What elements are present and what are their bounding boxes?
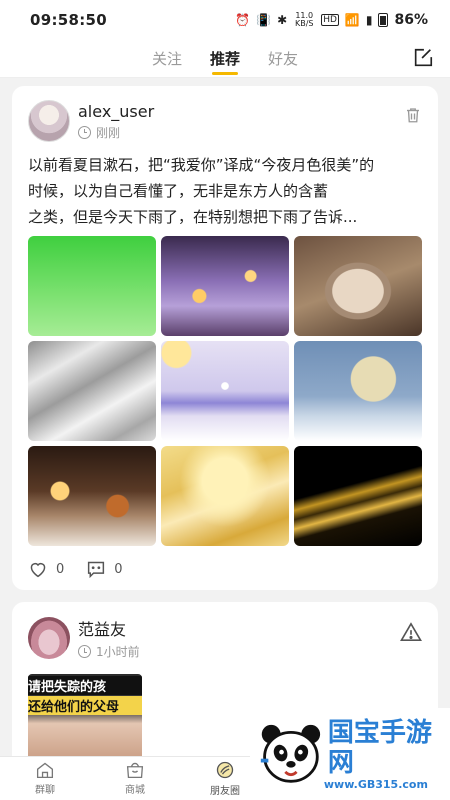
bluetooth-icon: ✱: [277, 13, 288, 27]
image-grid: [28, 236, 422, 546]
post-image-gold-waves[interactable]: [161, 446, 289, 546]
status-icons: ⏰ 📳 ✱ 11.0 KB/S HD 📶 ▮ 86%: [235, 11, 428, 29]
comment-icon: [88, 561, 105, 578]
comment-button[interactable]: 0: [86, 560, 123, 578]
post-image-candles-towels[interactable]: [161, 236, 289, 336]
feed[interactable]: alex_user 刚刚 以前看夏目漱石，把“我爱你”译成“今夜月色很美”的 时…: [0, 78, 450, 800]
signal-icon: ▮: [365, 13, 373, 27]
post-time: 1小时前: [96, 645, 140, 659]
post-text-line: 时候，以为自己看懂了，无非是东方人的含蓄: [28, 182, 329, 200]
post-actions: 0 0: [28, 560, 422, 578]
tab-recommended[interactable]: 推荐: [210, 42, 240, 75]
username[interactable]: alex_user: [78, 102, 154, 121]
status-time: 09:58:50: [30, 11, 108, 29]
watermark-text: 国宝手游网 www.GB315.com: [324, 718, 450, 791]
nav-label: 商城: [125, 785, 145, 796]
heart-icon: [30, 562, 46, 578]
post-image-silver-waves[interactable]: [28, 341, 156, 441]
nav-group-chat[interactable]: 群聊: [0, 757, 90, 800]
alarm-icon: ⏰: [235, 13, 251, 27]
post-video-thumbnail[interactable]: 请把失踪的孩 还给他们的父母: [28, 674, 142, 764]
network-speed-text: 11.0 KB/S: [294, 11, 314, 28]
nav-shop[interactable]: 商城: [90, 757, 180, 800]
hd-icon: HD: [321, 14, 339, 26]
post-card: alex_user 刚刚 以前看夏目漱石，把“我爱你”译成“今夜月色很美”的 时…: [12, 86, 438, 590]
post-time-row: 1小时前: [78, 643, 140, 660]
username[interactable]: 范益友: [78, 616, 140, 640]
like-button[interactable]: 0: [28, 560, 64, 578]
post-text-line: 以前看夏目漱石，把“我爱你”译成“今夜月色很美”的: [28, 156, 375, 174]
post-image-green[interactable]: [28, 236, 156, 336]
post-time: 刚刚: [96, 125, 121, 140]
panda-logo: [260, 724, 321, 783]
avatar[interactable]: [28, 100, 70, 142]
comment-count: 0: [114, 561, 123, 577]
vibrate-icon: 📳: [256, 13, 272, 27]
moments-icon: [216, 761, 234, 779]
site-watermark: 国宝手游网 www.GB315.com: [250, 708, 450, 800]
compose-icon[interactable]: [412, 47, 434, 69]
shop-bag-icon: [126, 762, 144, 779]
top-nav: 关注 推荐 好友: [0, 40, 450, 78]
user-meta: alex_user 刚刚: [78, 102, 154, 141]
avatar[interactable]: [28, 617, 70, 659]
battery-icon: [378, 13, 389, 27]
clock-icon: [78, 125, 91, 139]
watermark-url: www.GB315.com: [323, 777, 428, 791]
post-text-line: 之类，但是今天下雨了，在特别想把下雨了告诉...: [28, 208, 358, 226]
video-caption: 还给他们的父母: [28, 696, 142, 715]
post-header: 范益友 1小时前: [28, 616, 422, 660]
user-meta: 范益友 1小时前: [78, 616, 140, 660]
like-count: 0: [56, 561, 65, 577]
nav-label: 朋友圈: [210, 786, 240, 797]
status-bar: 09:58:50 ⏰ 📳 ✱ 11.0 KB/S HD 📶 ▮ 86%: [0, 0, 450, 40]
tab-following[interactable]: 关注: [152, 42, 182, 75]
home-icon: [36, 762, 54, 779]
watermark-title: 国宝手游网: [327, 717, 432, 778]
nav-label: 群聊: [35, 785, 55, 796]
wifi-icon: 📶: [344, 13, 360, 27]
post-image-spa-bath[interactable]: [294, 236, 422, 336]
post-time-row: 刚刚: [78, 124, 154, 141]
video-caption: 请把失踪的孩: [28, 676, 142, 695]
clock-icon: [78, 645, 91, 658]
battery-percent: 86%: [394, 12, 428, 28]
tab-friends[interactable]: 好友: [268, 42, 298, 75]
post-image-lavender-landscape[interactable]: [161, 341, 289, 441]
post-image-spa-oils[interactable]: [28, 446, 156, 546]
post-header: alex_user 刚刚: [28, 100, 422, 142]
post-image-black-gold[interactable]: [294, 446, 422, 546]
warning-icon[interactable]: [400, 622, 422, 642]
trash-icon[interactable]: [404, 106, 422, 124]
tab-bar: 关注 推荐 好友: [152, 42, 298, 75]
post-text[interactable]: 以前看夏目漱石，把“我爱你”译成“今夜月色很美”的 时候，以为自己看懂了，无非是…: [28, 152, 422, 230]
post-image-moon-dunes[interactable]: [294, 341, 422, 441]
